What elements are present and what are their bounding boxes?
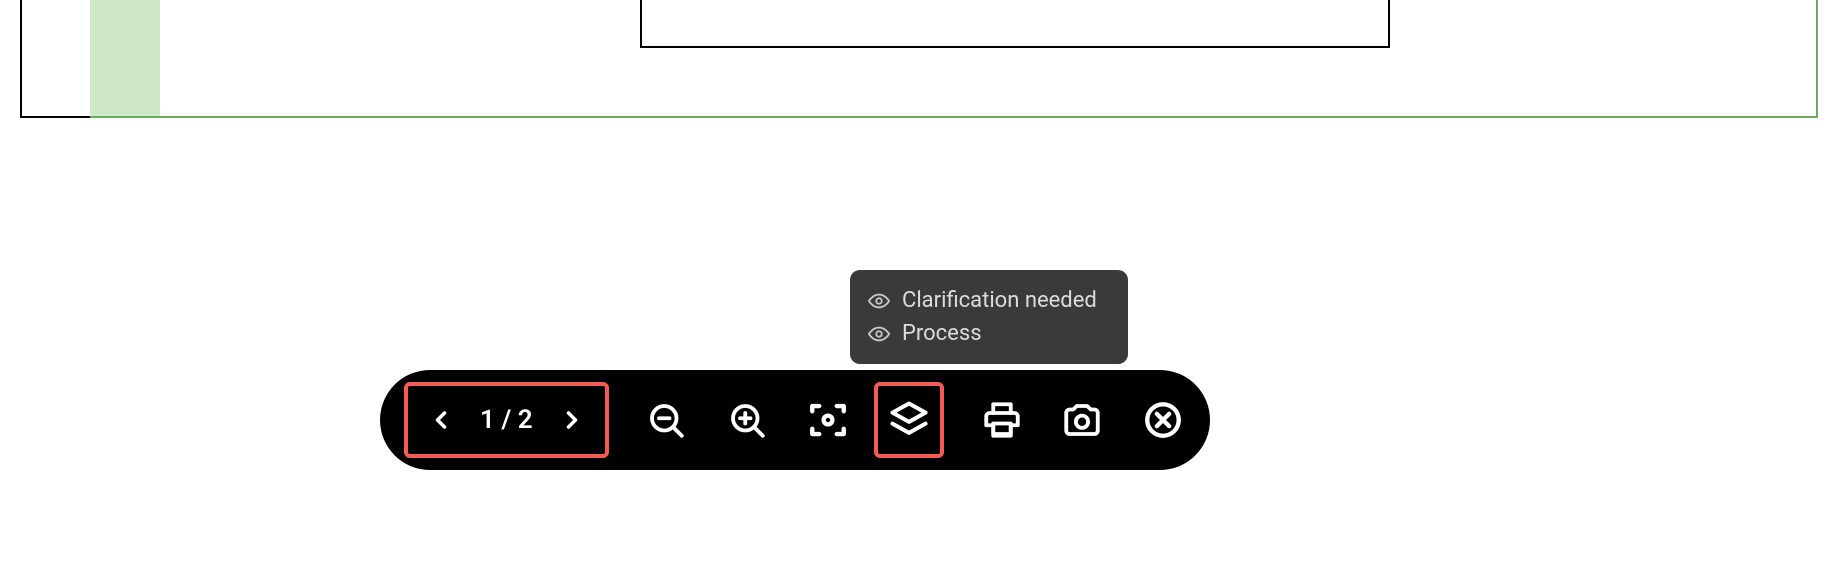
layer-label: Clarification needed: [902, 288, 1097, 313]
layers-button-highlight: [874, 382, 944, 458]
print-button[interactable]: [978, 395, 1024, 445]
chevron-left-icon: [427, 406, 455, 434]
close-button[interactable]: [1140, 395, 1186, 445]
table-left-cell: [20, 0, 90, 118]
layer-toggle-clarification[interactable]: Clarification needed: [868, 284, 1110, 317]
print-icon: [981, 399, 1023, 441]
zoom-in-button[interactable]: [724, 395, 770, 445]
chevron-right-icon: [558, 406, 586, 434]
zoom-in-icon: [726, 399, 768, 441]
page-separator: /: [501, 405, 511, 435]
table-inner-cell: [640, 0, 1390, 48]
layers-icon: [887, 398, 931, 442]
eye-icon: [868, 290, 890, 312]
pager-group: 1 / 2: [404, 382, 609, 458]
document-content-clip: [20, 0, 1818, 120]
layers-popup: Clarification needed Process: [850, 270, 1128, 364]
zoom-out-button[interactable]: [643, 395, 689, 445]
page-indicator: 1 / 2: [480, 405, 533, 435]
zoom-out-icon: [645, 399, 687, 441]
fit-screen-icon: [807, 399, 849, 441]
current-page: 1: [480, 405, 495, 435]
previous-page-button[interactable]: [416, 395, 466, 445]
viewer-toolbar: 1 / 2: [380, 370, 1210, 470]
eye-icon: [868, 323, 890, 345]
camera-icon: [1061, 399, 1103, 441]
total-pages: 2: [518, 405, 533, 435]
snapshot-button[interactable]: [1059, 395, 1105, 445]
next-page-button[interactable]: [547, 395, 597, 445]
layers-button[interactable]: [884, 395, 934, 445]
layer-label: Process: [902, 321, 982, 346]
close-circle-icon: [1142, 399, 1184, 441]
layer-toggle-process[interactable]: Process: [868, 317, 1110, 350]
fit-to-screen-button[interactable]: [804, 395, 850, 445]
